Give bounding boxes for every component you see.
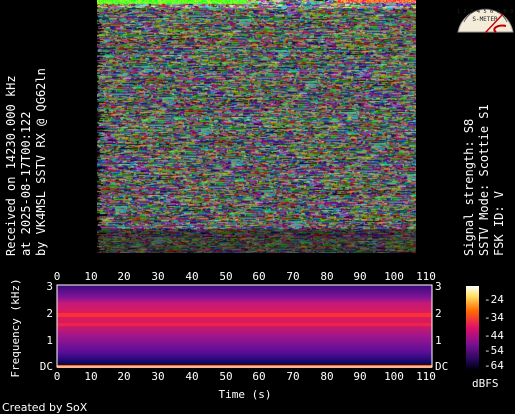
- top-tick: 20: [117, 270, 130, 283]
- right-tick: 2: [435, 307, 442, 320]
- top-axis: 0 10 20 30 40 50 60 70 80 90 100 110: [54, 270, 436, 283]
- top-tick: 100: [384, 270, 404, 283]
- signal-strength: Signal strength: S8: [462, 118, 476, 256]
- sstv-image: [97, 0, 416, 253]
- top-tick: 30: [151, 270, 164, 283]
- right-axis: DC 1 2 3: [435, 280, 448, 373]
- meter-scale: 1 2 3 4 5 6 7 8 9: [457, 9, 513, 15]
- bottom-tick: 80: [320, 370, 333, 383]
- bottom-tick: 50: [219, 370, 232, 383]
- bottom-tick: 0: [54, 370, 61, 383]
- s-meter-icon: 1 2 3 4 5 6 7 8 9 S-METER: [457, 8, 514, 34]
- right-tick: 1: [435, 334, 442, 347]
- bottom-tick: 20: [117, 370, 130, 383]
- left-tick: 3: [46, 280, 53, 293]
- left-tick: 2: [46, 307, 53, 320]
- bottom-tick: 10: [84, 370, 97, 383]
- fsk-id: FSK ID: V: [492, 190, 506, 256]
- left-tick: DC: [40, 360, 53, 373]
- colorbar-tick: -64: [484, 359, 504, 372]
- meter-label: S-METER: [472, 16, 498, 23]
- receive-frequency: Received on 14230.000 kHz: [4, 75, 18, 256]
- bottom-tick: 60: [252, 370, 265, 383]
- y-axis-label: Frequency (kHz): [9, 278, 22, 377]
- receive-info: Received on 14230.000 kHz at 2025-08-17T…: [4, 68, 49, 256]
- bottom-tick: 40: [185, 370, 198, 383]
- sstv-mode: SSTV Mode: Scottie S1: [477, 104, 491, 256]
- bottom-tick: 100: [384, 370, 404, 383]
- tone-band-lower: [57, 323, 432, 326]
- x-axis-label: Time (s): [219, 388, 272, 401]
- right-tick: DC: [435, 360, 448, 373]
- left-axis: DC 1 2 3: [40, 280, 53, 373]
- bottom-tick: 70: [286, 370, 299, 383]
- top-tick: 40: [185, 270, 198, 283]
- top-tick: 0: [54, 270, 61, 283]
- colorbar-tick: -24: [484, 293, 504, 306]
- colorbar: [466, 286, 479, 369]
- colorbar-tick: -34: [484, 311, 504, 324]
- colorbar-label: dBFS: [472, 377, 499, 390]
- top-tick: 10: [84, 270, 97, 283]
- footer-credit: Created by SoX: [2, 401, 88, 414]
- colorbar-tick: -44: [484, 329, 504, 342]
- bottom-tick: 30: [151, 370, 164, 383]
- right-tick: 3: [435, 280, 442, 293]
- bottom-tick: 110: [416, 370, 436, 383]
- colorbar-tick: -54: [484, 344, 504, 357]
- bottom-axis: 0 10 20 30 40 50 60 70 80 90 100 110: [54, 370, 436, 383]
- signal-info: Signal strength: S8 SSTV Mode: Scottie S…: [462, 104, 507, 256]
- left-tick: 1: [46, 334, 53, 347]
- top-tick: 80: [320, 270, 333, 283]
- top-tick: 50: [219, 270, 232, 283]
- top-tick: 90: [353, 270, 366, 283]
- receive-station: by VK4MSL SSTV RX @ QG62ln: [34, 68, 48, 256]
- spectrogram: 0 10 20 30 40 50 60 70 80 90 100 110 0 1…: [9, 270, 504, 401]
- bottom-tick: 90: [353, 370, 366, 383]
- tone-band-upper: [57, 313, 432, 317]
- top-tick: 110: [416, 270, 436, 283]
- receive-time: at 2025-08-17T00:122: [19, 111, 33, 257]
- top-tick: 60: [252, 270, 265, 283]
- top-tick: 70: [286, 270, 299, 283]
